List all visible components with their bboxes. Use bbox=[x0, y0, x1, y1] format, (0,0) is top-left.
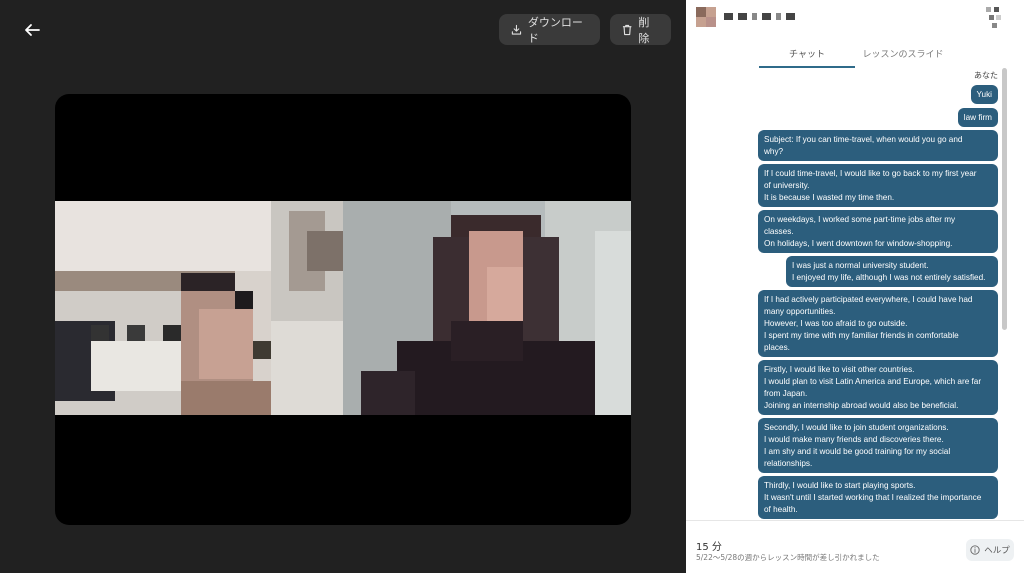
chat-message: Secondly, I would like to join student o… bbox=[758, 418, 998, 473]
sender-label: あなた bbox=[974, 71, 998, 80]
redacted-header-info bbox=[986, 7, 1002, 31]
download-button[interactable]: ダウンロード bbox=[499, 14, 600, 45]
avatar bbox=[696, 7, 716, 27]
help-button[interactable]: ヘルプ bbox=[966, 539, 1014, 561]
download-label: ダウンロード bbox=[527, 15, 583, 45]
back-button[interactable] bbox=[18, 16, 46, 44]
delete-button[interactable]: 削除 bbox=[610, 14, 671, 45]
video-player[interactable] bbox=[55, 94, 631, 525]
download-icon bbox=[511, 24, 522, 35]
chat-tabs: チャット レッスンのスライド bbox=[759, 40, 951, 68]
video-thumbnail bbox=[55, 201, 631, 415]
chat-message: On weekdays, I worked some part-time job… bbox=[758, 210, 998, 253]
delete-label: 削除 bbox=[638, 15, 650, 45]
lesson-time-note: 5/22〜5/28の週からレッスン時間が差し引かれました bbox=[696, 553, 880, 562]
lesson-duration: 15 分 bbox=[696, 542, 722, 553]
chat-scrollbar[interactable] bbox=[1002, 68, 1007, 330]
tab-chat[interactable]: チャット bbox=[759, 40, 855, 68]
chat-message: I was just a normal university student. … bbox=[786, 256, 998, 287]
arrow-left-icon bbox=[25, 24, 40, 36]
video-viewer-pane: ダウンロード 削除 bbox=[0, 0, 686, 573]
chat-message: Firstly, I would like to visit other cou… bbox=[758, 360, 998, 415]
info-circle-icon bbox=[970, 545, 980, 555]
chat-message: Yuki bbox=[970, 85, 998, 104]
footer-divider bbox=[686, 520, 1024, 521]
chat-message: law firm bbox=[957, 108, 998, 127]
tab-lesson-slides[interactable]: レッスンのスライド bbox=[855, 40, 951, 68]
chat-message-list[interactable]: あなた Yuki law firm Subject: If you can ti… bbox=[686, 68, 1010, 520]
chat-message: Subject: If you can time-travel, when wo… bbox=[758, 130, 998, 161]
chat-message: If I could time-travel, I would like to … bbox=[758, 164, 998, 207]
help-label: ヘルプ bbox=[984, 546, 1010, 556]
trash-icon bbox=[622, 24, 632, 35]
tutor-name-redacted bbox=[724, 13, 795, 20]
chat-message: Thirdly, I would like to start playing s… bbox=[758, 476, 998, 519]
chat-panel: チャット レッスンのスライド あなた Yuki law firm Subject… bbox=[686, 0, 1024, 573]
chat-message: If I had actively participated everywher… bbox=[758, 290, 998, 357]
pixelated-video-image bbox=[55, 201, 631, 415]
